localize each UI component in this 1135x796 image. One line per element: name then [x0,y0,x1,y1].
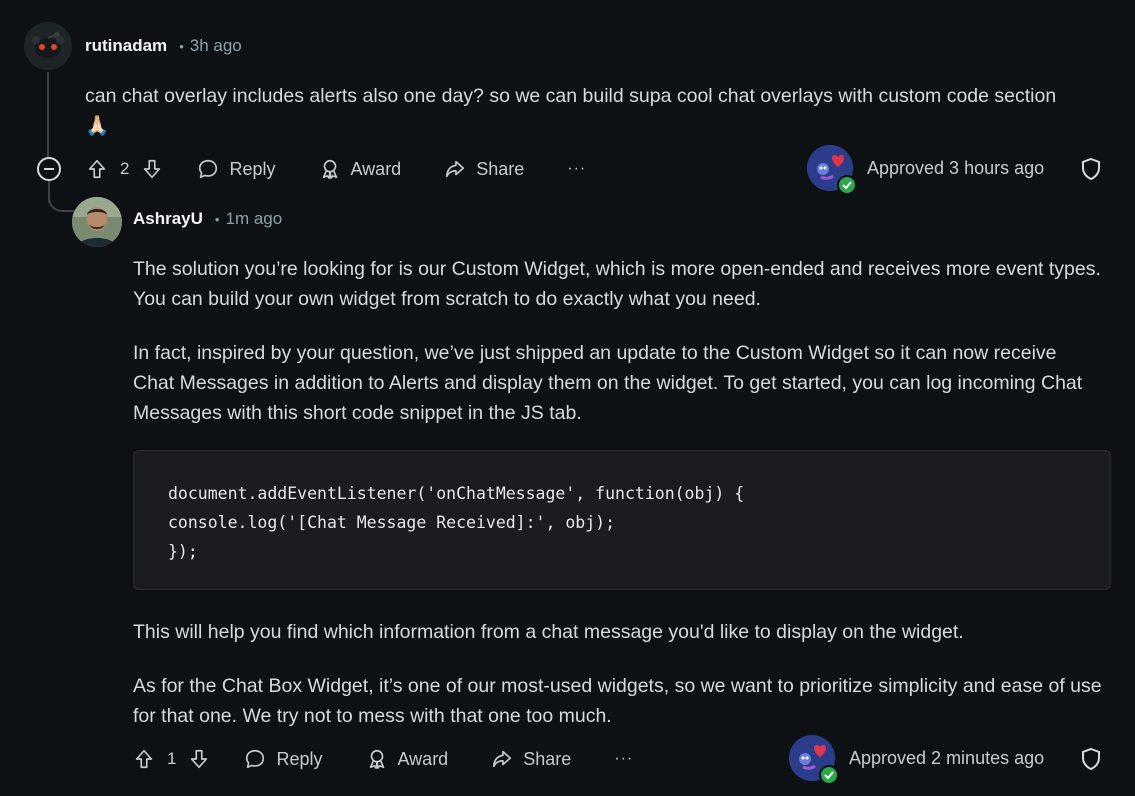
check-icon [837,175,857,195]
comment-body: can chat overlay includes alerts also on… [85,85,1057,137]
share-button[interactable]: Share [444,158,524,180]
upvote-button[interactable] [86,158,108,180]
reply-label: Reply [276,748,323,769]
reply-icon [246,749,265,769]
thread-line [47,72,49,158]
reply-button[interactable]: Reply [197,158,276,180]
paragraph: This will help you find which informatio… [133,621,964,643]
award-label: Award [397,748,449,769]
vote-count: 2 [120,159,130,178]
comment-meta: AshrayU • 1m ago [133,209,282,229]
shield-icon[interactable] [1079,747,1103,771]
vote-count: 1 [167,749,177,768]
share-button[interactable]: Share [491,748,571,770]
reply-button[interactable]: Reply [244,748,323,770]
upvote-icon [88,159,106,179]
share-label: Share [523,748,572,769]
more-icon: ··· [567,160,587,177]
share-icon [493,750,512,768]
thread-line-curve [48,182,74,212]
downvote-icon [144,159,161,179]
approved-text: Approved 3 hours ago [867,157,1045,178]
comment-actions: 1 Reply Award Share ··· [133,741,633,777]
award-icon [322,159,337,179]
check-icon [819,765,839,785]
comment-actions: 2 Reply Award Share ··· [86,151,586,187]
reddit-avatar-icon [24,22,72,70]
share-label: Share [476,158,525,179]
comment-body: The solution you’re looking for is our C… [133,254,1103,452]
upvote-icon [135,749,153,769]
moderator-avatar [789,735,839,785]
paragraph: In fact, inspired by your question, we’v… [133,342,1083,424]
downvote-button[interactable] [188,748,210,770]
reply-icon [199,159,218,179]
comment-meta: rutinadam • 3h ago [85,36,242,56]
user-photo-icon [72,197,122,247]
approved-status: Approved 3 hours ago [807,145,1045,195]
upvote-button[interactable] [133,748,155,770]
avatar[interactable] [24,22,72,70]
more-options-button[interactable]: ··· [614,750,633,768]
code-block: document.addEventListener('onChatMessage… [133,450,1111,590]
meta-separator: • [179,39,184,54]
paragraph: As for the Chat Box Widget, it’s one of … [133,675,1102,727]
username[interactable]: rutinadam [85,36,167,56]
shield-icon[interactable] [1079,157,1103,181]
share-icon [446,160,465,178]
timestamp[interactable]: 1m ago [225,209,282,229]
username[interactable]: AshrayU [133,209,203,229]
paragraph: The solution you’re looking for is our C… [133,258,1101,310]
avatar[interactable] [72,197,122,247]
collapse-icon[interactable] [37,157,61,181]
downvote-button[interactable] [141,158,163,180]
approved-text: Approved 2 minutes ago [849,747,1045,768]
more-options-button[interactable]: ··· [567,160,586,178]
award-label: Award [350,158,402,179]
award-button[interactable]: Award [319,158,402,180]
more-icon: ··· [614,750,634,767]
award-icon [369,749,384,769]
award-button[interactable]: Award [366,748,449,770]
downvote-icon [191,749,208,769]
approved-status: Approved 2 minutes ago [789,735,1045,785]
reply-label: Reply [229,158,276,179]
timestamp[interactable]: 3h ago [190,36,242,56]
meta-separator: • [214,212,220,227]
moderator-avatar [807,145,857,195]
